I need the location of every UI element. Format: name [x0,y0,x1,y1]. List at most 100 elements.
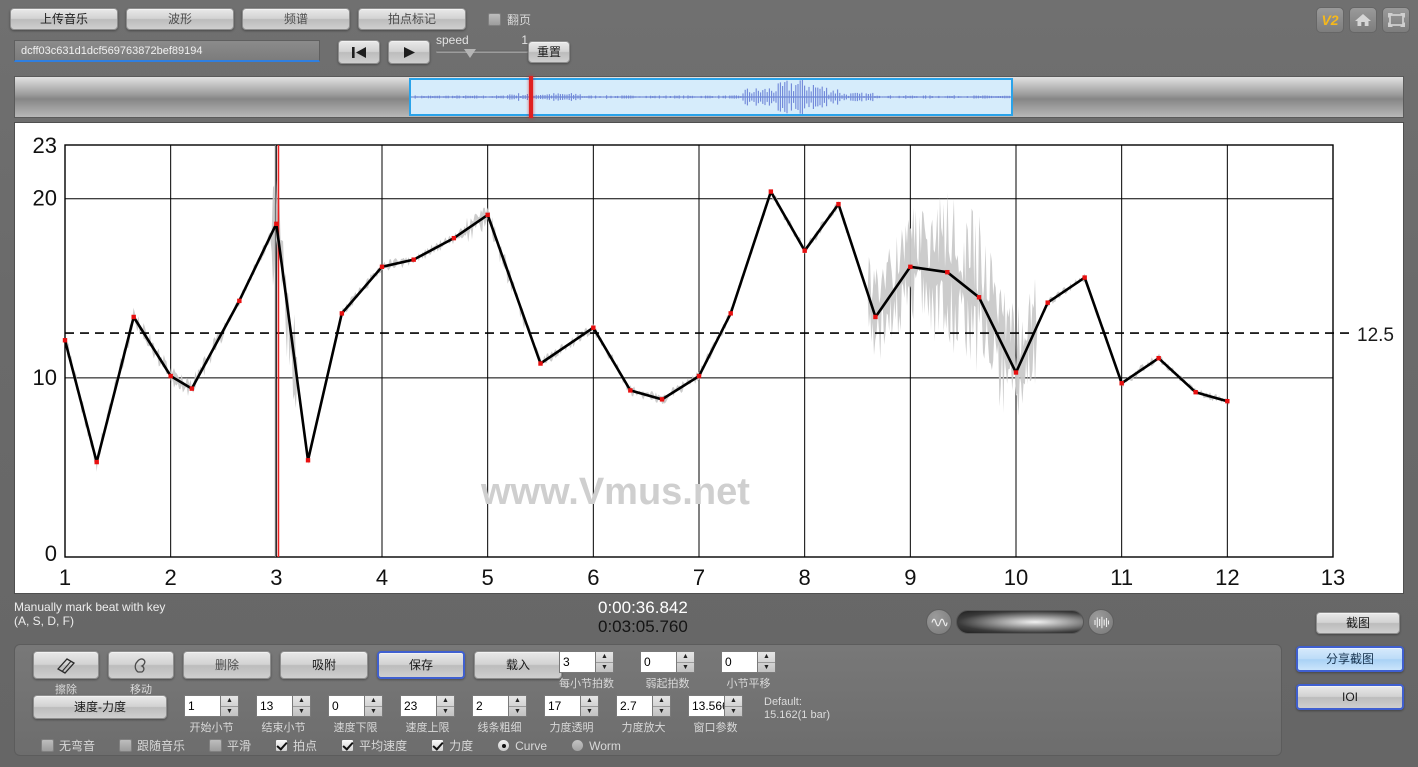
speed-slider-track[interactable] [436,49,528,58]
velocity-amplify-value[interactable]: 2.7 [616,695,652,717]
start-bar-decrement[interactable]: ▼ [221,707,238,717]
volume-slider[interactable] [956,610,1084,634]
option-smooth[interactable]: 平滑 [209,737,251,754]
waveform-selection-region[interactable] [409,78,1013,116]
fullscreen-button[interactable] [1382,7,1410,33]
curve-radio[interactable] [497,739,511,752]
beats-per-bar-value[interactable]: 3 [559,651,595,673]
start-bar-spinner[interactable]: 1 ▲ ▼ [184,695,239,717]
move-button[interactable] [108,651,174,679]
tab-spectrum[interactable]: 频谱 [242,8,350,30]
tab-waveform[interactable]: 波形 [126,8,234,30]
beat-marker[interactable] [62,338,68,343]
no-bend-checkbox[interactable] [41,739,54,752]
speed-upper-limit-value[interactable]: 23 [400,695,436,717]
option-velocity[interactable]: 力度 [431,737,473,754]
tempo-curve[interactable] [63,190,1228,464]
speed-lower-limit-value[interactable]: 0 [328,695,364,717]
velocity-amplify-spinner[interactable]: 2.7 ▲ ▼ [616,695,671,717]
beats-per-bar-decrement[interactable]: ▼ [596,663,613,673]
beat-marker[interactable] [873,314,878,320]
option-no-bend[interactable]: 无弯音 [41,737,95,754]
speed-lower-limit-increment[interactable]: ▲ [365,696,382,707]
beat-marker[interactable] [976,295,982,300]
beat-marker[interactable] [274,221,279,227]
smooth-checkbox[interactable] [209,739,223,752]
beat-marker[interactable] [1013,370,1019,375]
home-button[interactable] [1349,7,1377,33]
erase-button[interactable] [33,651,99,679]
beat-marker[interactable] [189,386,194,391]
start-bar-increment[interactable]: ▲ [221,696,238,707]
velocity-amplify-increment[interactable]: ▲ [653,696,670,707]
beat-marker[interactable] [802,248,807,253]
bar-shift-value[interactable]: 0 [721,651,757,673]
bar-shift-decrement[interactable]: ▼ [758,663,775,673]
beat-marker[interactable] [339,311,345,316]
pickup-beats-increment[interactable]: ▲ [677,652,694,663]
waveform-navigator[interactable] [14,76,1404,118]
beat-marker[interactable] [538,361,543,366]
reset-button[interactable]: 重置 [528,41,570,63]
pickup-beats-spinner[interactable]: 0 ▲ ▼ [640,651,695,673]
beat-marker[interactable] [628,388,633,393]
snap-button[interactable]: 吸附 [280,651,368,679]
velocity-transparency-value[interactable]: 17 [544,695,580,717]
tab-beat-marking[interactable]: 拍点标记 [358,8,466,30]
beats-per-bar-increment[interactable]: ▲ [596,652,613,663]
beat-marker[interactable] [168,373,173,379]
window-parameter-decrement[interactable]: ▼ [725,707,742,717]
beat-marker[interactable] [1225,398,1230,404]
tab-upload-music[interactable]: 上传音乐 [10,8,118,30]
speed-slider-thumb[interactable] [464,49,476,58]
beat-marker[interactable] [485,212,490,218]
flip-page-checkbox[interactable] [488,12,501,26]
delete-button[interactable]: 删除 [183,651,271,679]
speed-lower-limit-decrement[interactable]: ▼ [365,707,382,717]
beat-marker[interactable] [237,298,242,304]
beat-marker[interactable] [591,325,596,330]
option-worm[interactable]: Worm [571,739,621,753]
velocity-transparency-spinner[interactable]: 17 ▲ ▼ [544,695,599,717]
window-parameter-value[interactable]: 13.566 [688,695,729,717]
follow-music-checkbox[interactable] [119,739,133,752]
beats-per-bar-spinner[interactable]: 3 ▲ ▼ [559,651,614,673]
waveform-strip[interactable] [311,76,1111,118]
line-width-decrement[interactable]: ▼ [509,707,526,717]
beat-marker[interactable] [1045,300,1050,305]
beat-marker[interactable] [728,311,733,316]
option-average-speed[interactable]: 平均速度 [341,737,407,754]
beat-marker[interactable] [1119,381,1124,386]
end-bar-value[interactable]: 13 [256,695,292,717]
version-badge[interactable]: V2 [1316,7,1344,33]
beat-marker[interactable] [1082,275,1087,280]
playhead-cursor[interactable] [529,76,533,118]
option-follow-music[interactable]: 跟随音乐 [119,737,185,754]
pickup-beats-decrement[interactable]: ▼ [677,663,694,673]
screenshot-button[interactable]: 截图 [1316,612,1400,634]
beat-marker[interactable] [131,314,136,320]
beat-marker[interactable] [1193,390,1198,395]
pickup-beats-value[interactable]: 0 [640,651,676,673]
beat-marker[interactable] [908,264,913,270]
save-button[interactable]: 保存 [377,651,465,679]
speed-upper-limit-decrement[interactable]: ▼ [437,707,454,717]
beat-marker[interactable] [659,397,665,402]
velocity-amplify-decrement[interactable]: ▼ [653,707,670,717]
bar-shift-spinner[interactable]: 0 ▲ ▼ [721,651,776,673]
ioi-button[interactable]: IOI [1296,684,1404,710]
beat-checkbox[interactable] [275,739,289,752]
tempo-chart[interactable]: 12.501020231 2 3 4 5 6 7 8 9 10 11 12 13 [15,123,1405,595]
window-parameter-spinner[interactable]: 13.566 ▲ ▼ [688,695,743,717]
worm-radio[interactable] [571,739,585,752]
bar-shift-increment[interactable]: ▲ [758,652,775,663]
load-button[interactable]: 载入 [474,651,562,679]
beat-marker[interactable] [836,201,841,207]
speed-lower-limit-spinner[interactable]: 0 ▲ ▼ [328,695,383,717]
line-width-value[interactable]: 2 [472,695,508,717]
waveform-low-icon[interactable] [926,609,952,635]
beat-marker[interactable] [945,269,950,275]
line-width-increment[interactable]: ▲ [509,696,526,707]
play-button[interactable] [388,40,430,64]
beat-marker[interactable] [1156,355,1161,361]
